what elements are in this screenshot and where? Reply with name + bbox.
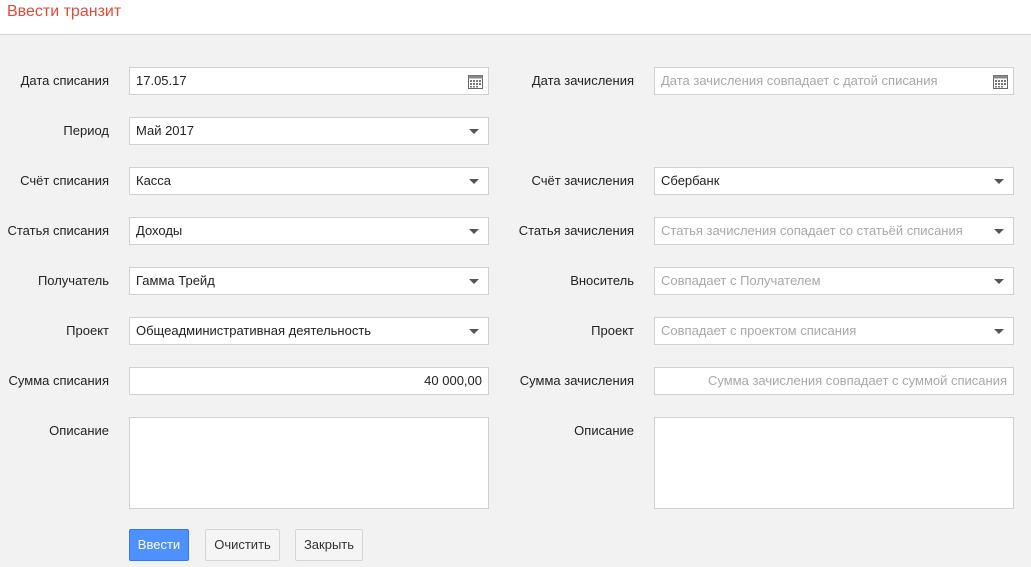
chevron-down-icon [469, 229, 479, 234]
period-value: Май 2017 [136, 123, 194, 138]
write-off-amount-value: 40 000,00 [424, 373, 482, 388]
credit-date-placeholder: Дата зачисления совпадает с датой списан… [661, 73, 938, 88]
credit-article-label: Статья зачисления [518, 223, 634, 238]
chevron-down-icon [994, 279, 1004, 284]
write-off-account-value: Касса [136, 173, 172, 188]
chevron-down-icon [994, 229, 1004, 234]
write-off-description-label: Описание [49, 423, 109, 438]
credit-project-placeholder: Совпадает с проектом списания [661, 323, 857, 338]
credit-project-select[interactable]: Совпадает с проектом списания [654, 317, 1014, 345]
credit-amount-placeholder: Сумма зачисления совпадает с суммой спис… [708, 373, 1007, 388]
credit-account-value: Сбербанк [661, 173, 720, 188]
recipient-value: Гамма Трейд [136, 273, 215, 288]
recipient-select[interactable]: Гамма Трейд [129, 267, 489, 295]
chevron-down-icon [469, 129, 479, 134]
page-title: Ввести транзит [7, 3, 122, 20]
write-off-date-input[interactable]: 17.05.17 [129, 67, 489, 95]
write-off-date-value: 17.05.17 [136, 73, 187, 88]
close-button[interactable]: Закрыть [295, 529, 363, 561]
clear-button[interactable]: Очистить [205, 529, 280, 561]
write-off-date-label: Дата списания [20, 73, 109, 88]
credit-description-textarea[interactable] [654, 417, 1014, 509]
write-off-project-value: Общеадминистративная деятельность [136, 323, 372, 338]
recipient-label: Получатель [37, 273, 109, 288]
write-off-project-select[interactable]: Общеадминистративная деятельность [129, 317, 489, 345]
credit-project-label: Проект [591, 323, 634, 338]
credit-date-label: Дата зачисления [531, 73, 634, 88]
credit-amount-label: Сумма зачисления [519, 373, 634, 388]
chevron-down-icon [994, 179, 1004, 184]
submit-button[interactable]: Ввести [129, 529, 189, 561]
depositor-label: Вноситель [570, 273, 634, 288]
period-select[interactable]: Май 2017 [129, 117, 489, 145]
write-off-account-select[interactable]: Касса [129, 167, 489, 195]
chevron-down-icon [469, 179, 479, 184]
depositor-placeholder: Совпадает с Получателем [661, 273, 821, 288]
credit-description-label: Описание [574, 423, 634, 438]
credit-amount-input[interactable]: Сумма зачисления совпадает с суммой спис… [654, 367, 1014, 395]
credit-account-label: Счёт зачисления [531, 173, 634, 188]
chevron-down-icon [469, 329, 479, 334]
write-off-article-value: Доходы [136, 223, 183, 238]
write-off-amount-label: Сумма списания [8, 373, 109, 388]
write-off-article-select[interactable]: Доходы [129, 217, 489, 245]
credit-account-select[interactable]: Сбербанк [654, 167, 1014, 195]
write-off-project-label: Проект [66, 323, 109, 338]
calendar-icon[interactable] [993, 74, 1008, 89]
write-off-amount-input[interactable]: 40 000,00 [129, 367, 489, 395]
depositor-select[interactable]: Совпадает с Получателем [654, 267, 1014, 295]
chevron-down-icon [994, 329, 1004, 334]
write-off-account-label: Счёт списания [20, 173, 109, 188]
period-label: Период [63, 123, 109, 138]
credit-article-placeholder: Статья зачисления сопадает со статьёй сп… [661, 223, 963, 238]
credit-date-input[interactable]: Дата зачисления совпадает с датой списан… [654, 67, 1014, 95]
header-bar: Ввести транзит [0, 0, 1031, 35]
write-off-description-textarea[interactable] [129, 417, 489, 509]
chevron-down-icon [469, 279, 479, 284]
write-off-article-label: Статья списания [7, 223, 109, 238]
credit-article-select[interactable]: Статья зачисления сопадает со статьёй сп… [654, 217, 1014, 245]
calendar-icon[interactable] [468, 74, 483, 89]
